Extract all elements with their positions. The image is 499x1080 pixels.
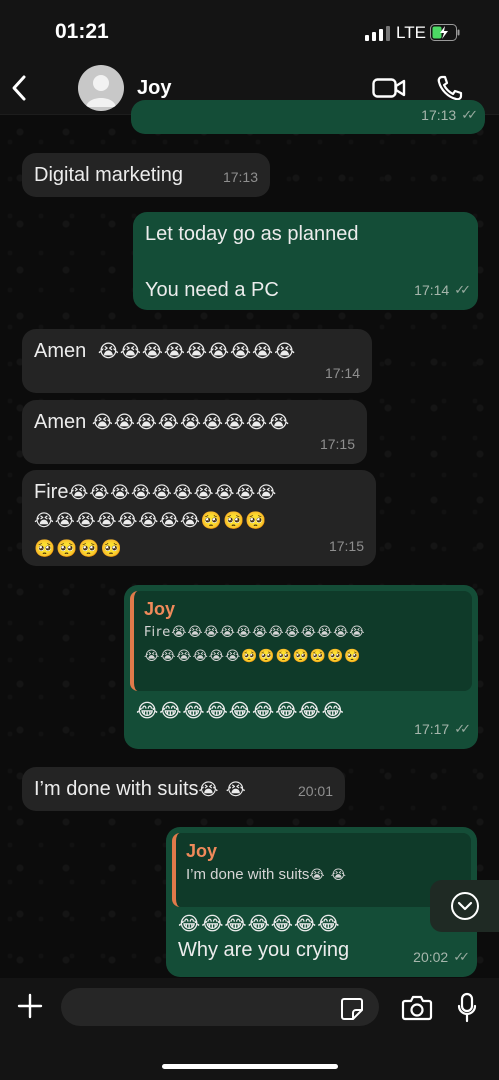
camera-icon[interactable] — [401, 995, 433, 1021]
double-check-icon: ✓✓ — [454, 721, 471, 736]
message-emoji: 😭😭😭😭😭😭😭😭😭 — [91, 412, 291, 433]
home-indicator[interactable] — [162, 1064, 338, 1069]
status-bar: 01:21 LTE — [0, 0, 499, 62]
message-text: Amen — [34, 340, 87, 362]
quoted-message[interactable]: Joy I’m done with suits😭 😭 — [172, 833, 471, 907]
sticker-icon[interactable] — [340, 997, 364, 1021]
quote-text: I’m done with suits — [186, 866, 310, 883]
battery-icon — [430, 24, 460, 41]
microphone-icon[interactable] — [457, 992, 477, 1024]
message-meta: 17:14 ✓✓ — [414, 276, 471, 304]
message-time: 17:14 — [414, 282, 450, 298]
message-time: 20:01 — [297, 783, 333, 799]
message-bubble-incoming[interactable]: Amen 😭😭😭😭😭😭😭😭😭 17:14 — [22, 329, 372, 393]
message-bubble-incoming[interactable]: Amen 😭😭😭😭😭😭😭😭😭 17:15 — [22, 400, 367, 464]
message-emoji-line1: 😭😭😭😭😭😭😭😭😭😭 — [68, 483, 278, 503]
quote-text-line1: Fire😭😭😭😭😭😭😭😭😭😭😭😭 — [144, 625, 366, 640]
message-meta: 17:13 — [223, 163, 258, 191]
message-emoji: 😂😂😂😂😂😂😂 — [178, 913, 341, 935]
message-text-line1: Let today go as planned — [145, 223, 359, 245]
video-camera-icon[interactable] — [372, 76, 406, 100]
message-emoji-line2: 😭😭😭😭😭😭😭😭🥺🥺🥺 — [34, 511, 268, 531]
double-check-icon: ✓✓ — [454, 282, 471, 297]
message-text: I’m done with suits — [34, 778, 199, 800]
status-time: 01:21 — [55, 20, 109, 43]
scroll-to-bottom-button[interactable] — [430, 880, 499, 932]
message-time: 17:15 — [328, 538, 364, 554]
message-meta: 17:13 ✓✓ — [421, 101, 478, 129]
message-text: Fire — [34, 481, 69, 503]
message-bubble-outgoing[interactable]: Joy Fire😭😭😭😭😭😭😭😭😭😭😭😭 😭😭😭😭😭😭🥺🥺🥺🥺🥺🥺🥺 😂😂😂😂😂… — [124, 585, 478, 749]
message-time: 17:13 — [222, 169, 258, 185]
network-label: LTE — [396, 23, 426, 42]
message-meta: 17:14 — [325, 359, 360, 387]
quote-text-line2: 😭😭😭😭😭😭🥺🥺🥺🥺🥺🥺🥺 — [144, 649, 362, 664]
message-emoji: 😭 😭 — [198, 780, 247, 800]
message-meta: 17:17 ✓✓ — [414, 715, 471, 743]
chevron-left-icon[interactable] — [10, 74, 30, 102]
person-icon — [86, 75, 116, 107]
message-time: 17:13 — [421, 107, 457, 123]
message-meta: 17:15 — [329, 532, 364, 560]
message-time: 17:14 — [324, 365, 360, 381]
message-bubble-outgoing[interactable]: Let today go as planned You need a PC 17… — [133, 212, 478, 310]
message-text: Digital marketing — [34, 164, 183, 186]
message-meta: 20:01 — [298, 777, 333, 805]
chevron-down-icon — [451, 892, 479, 920]
message-bubble-outgoing[interactable]: 17:13 ✓✓ — [131, 100, 485, 134]
composer-bar — [0, 978, 499, 1080]
message-time: 20:02 — [413, 949, 449, 965]
phone-icon[interactable] — [436, 74, 464, 102]
message-time: 17:15 — [319, 436, 355, 452]
message-emoji-line3: 🥺🥺🥺🥺 — [34, 539, 123, 559]
quoted-message[interactable]: Joy Fire😭😭😭😭😭😭😭😭😭😭😭😭 😭😭😭😭😭😭🥺🥺🥺🥺🥺🥺🥺 — [130, 591, 472, 691]
message-meta: 20:02 ✓✓ — [413, 943, 470, 971]
contact-name[interactable]: Joy — [137, 77, 171, 100]
quote-emoji: 😭 😭 — [309, 868, 347, 883]
avatar[interactable] — [78, 65, 124, 111]
double-check-icon: ✓✓ — [453, 949, 470, 964]
message-bubble-incoming[interactable]: Fire😭😭😭😭😭😭😭😭😭😭 😭😭😭😭😭😭😭😭🥺🥺🥺 🥺🥺🥺🥺 17:15 — [22, 470, 376, 566]
quote-author: Joy — [144, 599, 176, 619]
message-time: 17:17 — [414, 721, 450, 737]
message-text: Amen — [34, 411, 87, 433]
message-meta: 17:15 — [320, 430, 355, 458]
double-check-icon: ✓✓ — [461, 107, 478, 122]
plus-icon[interactable] — [16, 992, 44, 1020]
signal-icon — [365, 26, 390, 41]
message-input[interactable] — [61, 988, 379, 1026]
message-bubble-incoming[interactable]: Digital marketing 17:13 — [22, 153, 270, 197]
message-emoji: 😭😭😭😭😭😭😭😭😭 — [97, 341, 297, 362]
message-bubble-incoming[interactable]: I’m done with suits😭 😭 20:01 — [22, 767, 345, 811]
quote-author: Joy — [186, 841, 218, 861]
